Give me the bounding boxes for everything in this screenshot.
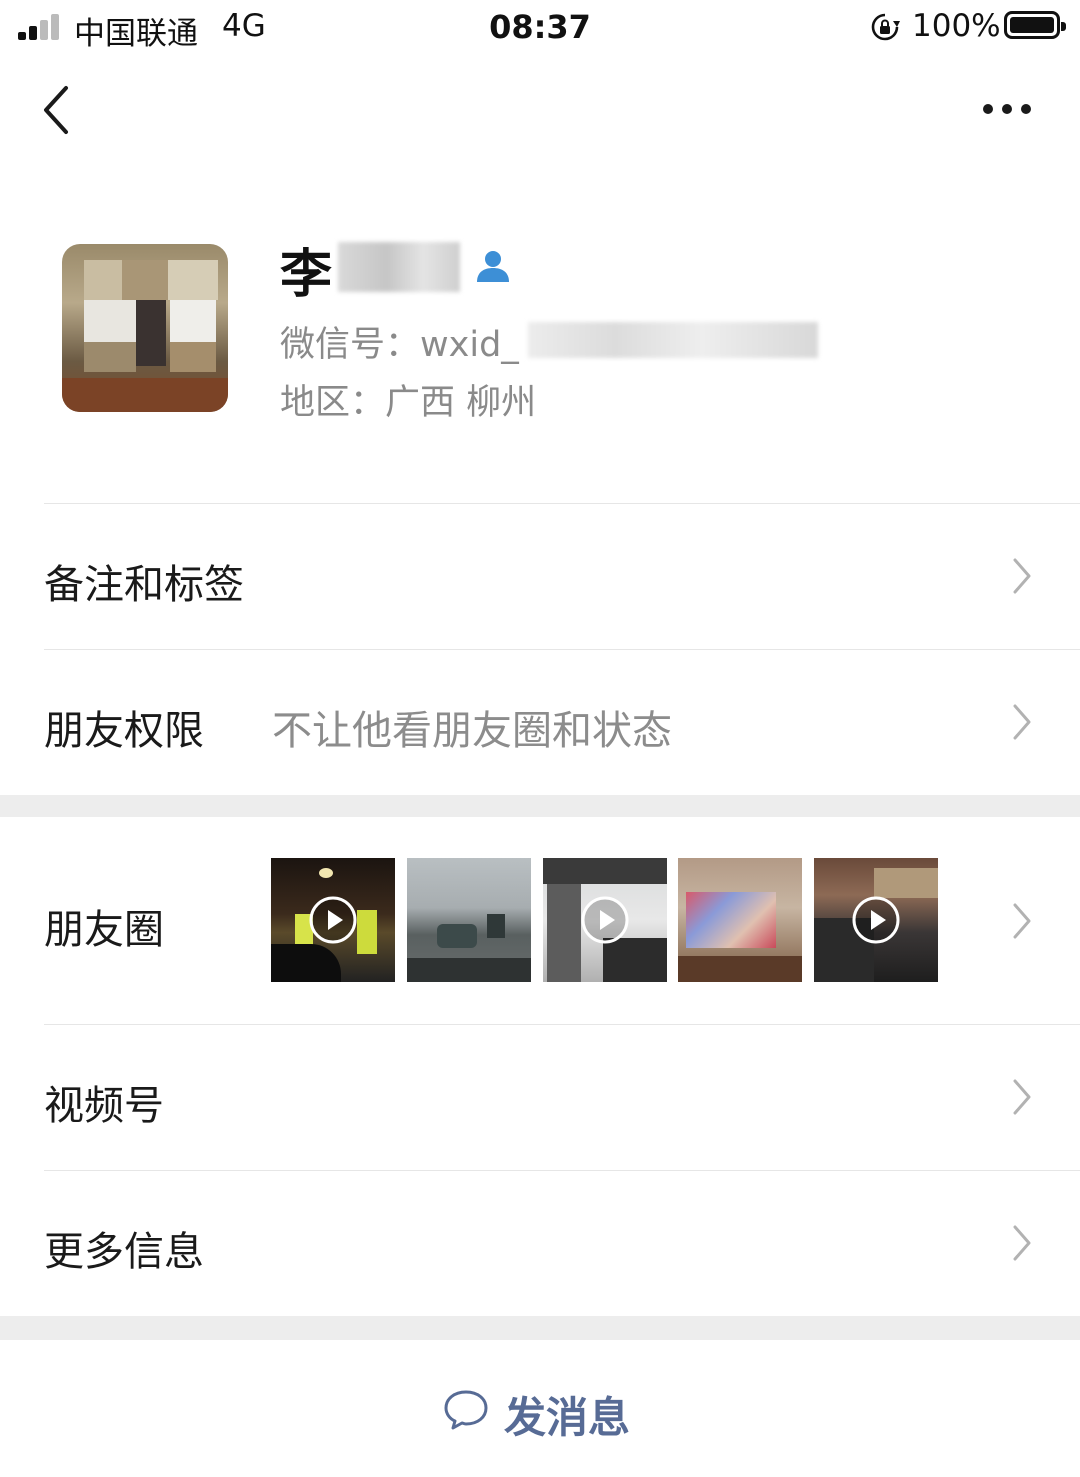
channels-label: 视频号 (44, 1083, 164, 1129)
status-bar: 中国联通 4G 08:37 100% (0, 0, 1080, 56)
region: 地区：广西 柳州 (280, 383, 537, 423)
moments-thumbnail[interactable] (678, 858, 802, 982)
moments-thumbnail[interactable] (814, 858, 938, 982)
chevron-right-icon (1013, 704, 1031, 740)
moments-thumbnail[interactable] (271, 858, 395, 982)
section-gap (0, 1316, 1080, 1340)
rotation-lock-icon (871, 13, 900, 41)
channels-row[interactable]: 视频号 (0, 1025, 1080, 1170)
moments-label: 朋友圈 (44, 907, 164, 953)
send-message-label: 发消息 (504, 1393, 631, 1442)
back-button[interactable] (30, 78, 90, 142)
contact-name: 李 (280, 245, 333, 305)
moments-thumbnail[interactable] (407, 858, 531, 982)
more-options-button[interactable] (972, 84, 1042, 134)
play-icon (309, 896, 357, 944)
name-redaction (338, 242, 460, 292)
wechat-id: 微信号：wxid_ (280, 325, 519, 365)
chat-bubble-icon (444, 1390, 488, 1430)
wechat-id-redaction (528, 322, 818, 358)
moments-thumbnail[interactable] (543, 858, 667, 982)
more-info-row[interactable]: 更多信息 (0, 1171, 1080, 1316)
friend-permission-label: 朋友权限 (44, 708, 204, 754)
avatar[interactable] (62, 244, 228, 412)
moments-thumbnails (271, 858, 951, 982)
chevron-right-icon (1013, 1225, 1031, 1261)
friend-permission-value: 不让他看朋友圈和状态 (272, 708, 672, 754)
remark-tags-row[interactable]: 备注和标签 (0, 504, 1080, 649)
friend-permission-row[interactable]: 朋友权限 不让他看朋友圈和状态 (0, 650, 1080, 795)
play-icon (852, 896, 900, 944)
chevron-right-icon (1013, 903, 1031, 939)
chevron-right-icon (1013, 558, 1031, 594)
contact-person-icon (477, 251, 509, 282)
battery-percentage: 100% (912, 8, 1001, 44)
chevron-right-icon (1013, 1079, 1031, 1115)
play-icon (581, 896, 629, 944)
battery-icon (1004, 11, 1066, 39)
remark-tags-label: 备注和标签 (44, 562, 244, 608)
section-gap (0, 795, 1080, 817)
send-message-button[interactable]: 发消息 (0, 1340, 1080, 1477)
more-info-label: 更多信息 (44, 1229, 204, 1275)
